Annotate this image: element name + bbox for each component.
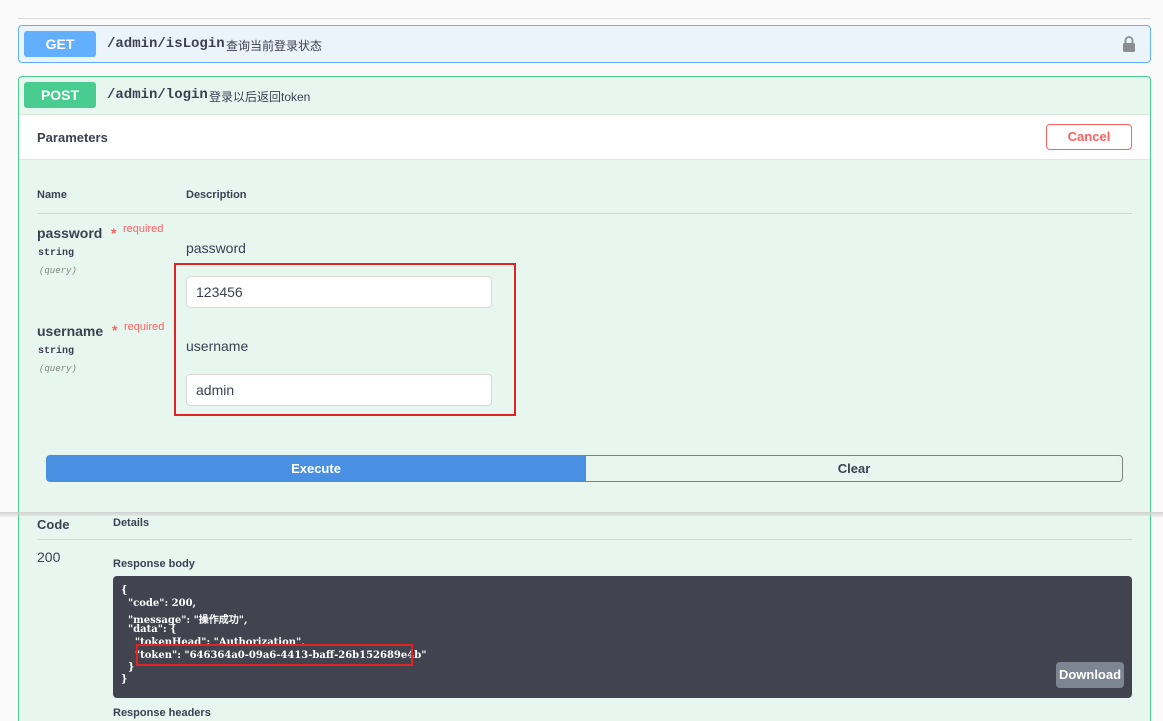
top-divider bbox=[18, 18, 1151, 19]
operation-summary: 登录以后返回token bbox=[209, 90, 311, 104]
download-button[interactable]: Download bbox=[1056, 662, 1124, 688]
response-body-header: Response body bbox=[113, 558, 195, 570]
lock-icon[interactable] bbox=[1122, 35, 1136, 53]
code-line: "code": 200, bbox=[121, 598, 197, 609]
required-label: required bbox=[124, 321, 165, 333]
parameters-title: Parameters bbox=[37, 130, 108, 145]
responses-code-header: Code bbox=[37, 517, 70, 532]
responses-section: Code Details 200 Response body { "code":… bbox=[18, 516, 1151, 721]
operation-header[interactable]: POST /admin/login 登录以后返回token bbox=[19, 77, 1150, 115]
response-status-code: 200 bbox=[37, 549, 61, 565]
responses-divider bbox=[37, 539, 1132, 540]
code-line: } bbox=[121, 662, 135, 673]
required-star: * bbox=[111, 225, 117, 241]
response-body[interactable]: { "code": 200, "message": "操作成功", "data"… bbox=[113, 576, 1132, 698]
operation-path: /admin/login bbox=[107, 87, 208, 103]
param-type: string bbox=[38, 248, 75, 259]
clear-button[interactable]: Clear bbox=[585, 455, 1123, 482]
parameters-header: Parameters Cancel bbox=[19, 114, 1150, 160]
column-divider bbox=[37, 213, 1132, 214]
code-line: { bbox=[121, 585, 128, 596]
column-header-name: Name bbox=[37, 189, 67, 201]
operation-summary: 查询当前登录状态 bbox=[226, 39, 323, 53]
cancel-button[interactable]: Cancel bbox=[1046, 124, 1132, 150]
param-type: string bbox=[38, 346, 75, 357]
required-label: required bbox=[123, 223, 164, 235]
method-badge-get: GET bbox=[24, 31, 96, 57]
response-headers-header: Response headers bbox=[113, 707, 211, 719]
param-description: password bbox=[186, 240, 246, 256]
required-star: * bbox=[112, 322, 118, 338]
responses-details-header: Details bbox=[113, 517, 150, 529]
code-line: } bbox=[121, 674, 128, 685]
operation-post-login: POST /admin/login 登录以后返回token Parameters… bbox=[18, 76, 1151, 516]
code-line: "data": { bbox=[121, 624, 177, 635]
param-name-username: username bbox=[37, 323, 104, 339]
operation-get-islogin[interactable]: GET /admin/isLogin 查询当前登录状态 bbox=[18, 25, 1151, 63]
highlight-box-inputs bbox=[174, 263, 516, 416]
column-header-description: Description bbox=[186, 189, 247, 201]
execute-button[interactable]: Execute bbox=[46, 455, 586, 482]
param-name-password: password bbox=[37, 225, 103, 241]
param-location: (query) bbox=[39, 266, 77, 276]
highlight-box-token bbox=[136, 644, 413, 666]
operation-path: /admin/isLogin bbox=[107, 36, 225, 52]
method-badge-post: POST bbox=[24, 82, 96, 108]
param-location: (query) bbox=[39, 364, 77, 374]
